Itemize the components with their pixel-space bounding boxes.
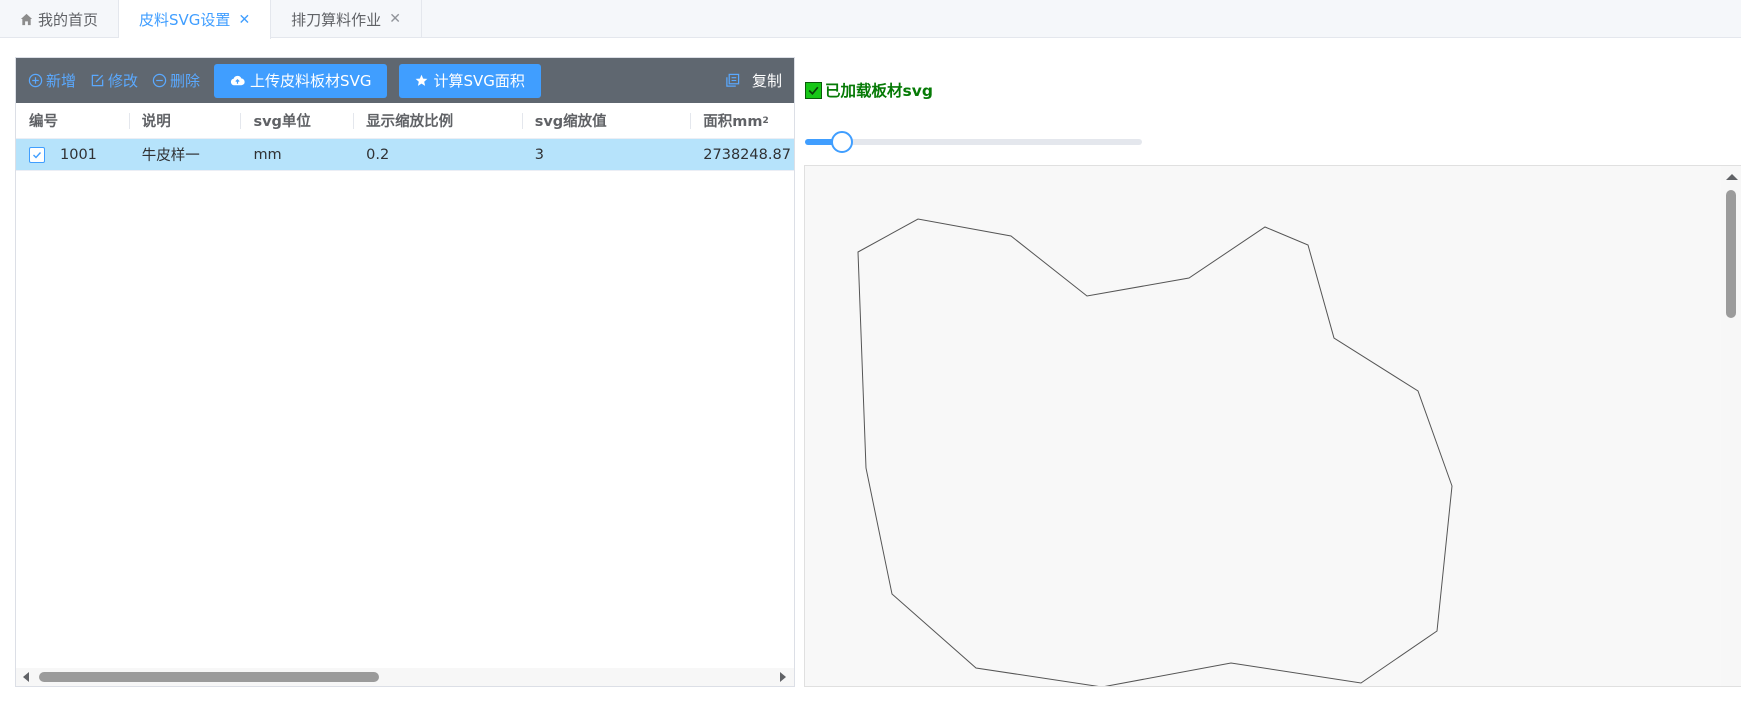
row-checkbox[interactable] (29, 146, 45, 163)
tab-label: 皮料SVG设置 (139, 11, 231, 29)
area-header-label: 面积mm (703, 114, 763, 130)
column-header-unit[interactable]: svg单位 (240, 103, 353, 138)
cell-id: 1001 (16, 139, 129, 170)
scrollbar-thumb[interactable] (39, 672, 379, 682)
record-panel: 新增 修改 删除 上传皮料板材SVG 计算SVG面积 复制 编号 说明 svg单… (15, 57, 795, 687)
row-id: 1001 (60, 146, 97, 163)
checkmark-icon (33, 151, 42, 159)
tab-label: 排刀算料作业 (291, 10, 382, 29)
column-header-area[interactable]: 面积mm 2 (690, 103, 794, 138)
tab-home[interactable]: 我的首页 (0, 0, 120, 38)
column-header-id[interactable]: 编号 (16, 103, 129, 138)
tab-leather-svg-settings[interactable]: 皮料SVG设置 ✕ (119, 0, 272, 39)
leather-outline-preview (857, 218, 1453, 686)
slider-rail[interactable] (805, 139, 1142, 145)
column-header-display-scale[interactable]: 显示缩放比例 (353, 103, 522, 138)
copy-button[interactable]: 复制 (725, 70, 782, 91)
minus-circle-icon (152, 73, 167, 88)
checkbox[interactable] (805, 81, 822, 99)
upload-svg-button[interactable]: 上传皮料板材SVG (214, 63, 388, 98)
loaded-label: 已加载板材svg (825, 82, 933, 100)
scroll-up-icon[interactable] (1726, 174, 1738, 180)
tab-bar: 我的首页 皮料SVG设置 ✕ 排刀算料作业 ✕ (0, 0, 1741, 39)
delete-button[interactable]: 删除 (152, 70, 200, 91)
loaded-svg-checkbox[interactable]: 已加载板材svg (805, 79, 933, 101)
scrollbar-thumb[interactable] (1726, 190, 1736, 318)
close-icon[interactable]: ✕ (238, 12, 250, 28)
cell-display-scale: 0.2 (366, 146, 390, 163)
scroll-right-icon[interactable] (780, 672, 786, 682)
close-icon[interactable]: ✕ (389, 11, 401, 27)
zoom-slider[interactable] (805, 131, 1142, 153)
cell-desc: 牛皮样一 (141, 148, 200, 164)
home-icon (20, 13, 33, 26)
add-button[interactable]: 新增 (28, 70, 76, 91)
svg-preview-canvas[interactable] (804, 165, 1741, 687)
edit-icon (91, 74, 104, 87)
checkmark-icon (808, 86, 819, 95)
copy-icon (726, 73, 740, 87)
edit-button[interactable]: 修改 (90, 70, 138, 91)
tab-cutting-job[interactable]: 排刀算料作业 ✕ (271, 0, 422, 38)
toolbar: 新增 修改 删除 上传皮料板材SVG 计算SVG面积 复制 (16, 58, 794, 103)
slider-handle[interactable] (831, 131, 853, 153)
table-header: 编号 说明 svg单位 显示缩放比例 svg缩放值 面积mm 2 (16, 103, 794, 139)
compute-area-button[interactable]: 计算SVG面积 (399, 63, 541, 98)
cell-svg-scale: 3 (534, 146, 544, 163)
scroll-left-icon[interactable] (23, 672, 29, 682)
plus-circle-icon (28, 73, 43, 88)
column-header-desc[interactable]: 说明 (128, 103, 241, 138)
area-header-superscript: 2 (762, 115, 769, 126)
table-row[interactable]: 1001 牛皮样一 mm 0.2 3 2738248.87 (16, 139, 794, 171)
column-header-svg-scale[interactable]: svg缩放值 (521, 103, 691, 138)
cloud-upload-icon (230, 75, 245, 86)
tab-label: 我的首页 (38, 10, 99, 29)
horizontal-scrollbar[interactable] (16, 668, 794, 686)
cell-area: 2738248.87 (703, 146, 791, 163)
cell-unit: mm (253, 146, 282, 163)
star-icon (416, 74, 428, 86)
leather-outline-shape (857, 218, 1453, 686)
vertical-scrollbar[interactable] (1721, 166, 1741, 686)
